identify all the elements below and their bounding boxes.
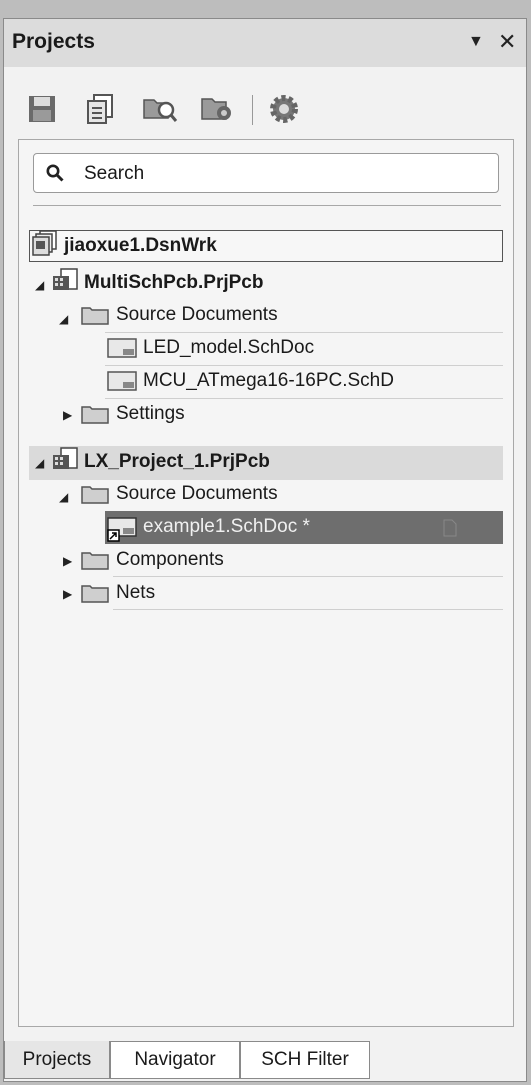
- folder-icon: [81, 305, 109, 325]
- project-row-multischpcb[interactable]: MultiSchPcb.PrjPcb: [51, 268, 263, 298]
- search-box: [33, 153, 499, 193]
- settings-gear-icon[interactable]: [266, 89, 302, 129]
- folder-row-settings[interactable]: Settings: [81, 399, 185, 429]
- folder-icon: [81, 583, 109, 603]
- schematic-document-icon: [107, 337, 137, 359]
- toolbar-separator: [252, 95, 253, 125]
- folder-icon: [81, 550, 109, 570]
- save-icon[interactable]: [24, 89, 60, 129]
- panel-title: Projects: [12, 30, 95, 53]
- folder-label: Components: [116, 549, 224, 570]
- tab-navigator[interactable]: Navigator: [110, 1041, 240, 1079]
- expand-arrow-icon[interactable]: ▶: [63, 587, 72, 601]
- panel-tabs: Projects Navigator SCH Filter: [4, 1041, 526, 1081]
- folder-row-source-documents[interactable]: Source Documents: [81, 300, 278, 330]
- toolbar: [24, 89, 514, 135]
- row-divider: [113, 576, 503, 577]
- tab-label: Navigator: [134, 1049, 216, 1070]
- modified-schematic-icon: [107, 516, 137, 542]
- folder-label: Settings: [116, 403, 185, 424]
- divider: [33, 205, 501, 206]
- document-icon: [443, 519, 457, 542]
- panel-menu-icon[interactable]: ▼: [468, 33, 484, 51]
- pcb-project-icon: [51, 447, 81, 477]
- search-input[interactable]: [82, 158, 486, 190]
- folder-row-components[interactable]: Components: [81, 545, 224, 575]
- project-label: LX_Project_1.PrjPcb: [84, 451, 270, 472]
- collapse-arrow-icon[interactable]: ◢: [35, 456, 44, 470]
- close-icon[interactable]: ✕: [498, 29, 516, 55]
- document-row-example1[interactable]: example1.SchDoc *: [107, 512, 310, 542]
- search-icon: [46, 164, 64, 187]
- folder-label: Source Documents: [116, 483, 278, 504]
- project-label: MultiSchPcb.PrjPcb: [84, 272, 264, 293]
- row-divider: [113, 609, 503, 610]
- folder-label: Nets: [116, 582, 156, 603]
- folder-icon: [81, 404, 109, 424]
- project-tree-container: jiaoxue1.DsnWrk ◢ MultiSchPcb.PrjPcb ◢ S…: [18, 139, 514, 1027]
- project-row-lx-project[interactable]: LX_Project_1.PrjPcb: [51, 447, 270, 477]
- document-row-led-model[interactable]: LED_model.SchDoc: [107, 333, 314, 363]
- folder-row-nets[interactable]: Nets: [81, 578, 155, 608]
- tab-sch-filter[interactable]: SCH Filter: [240, 1041, 370, 1079]
- tab-label: SCH Filter: [261, 1049, 349, 1070]
- folder-label: Source Documents: [116, 304, 278, 325]
- document-label: LED_model.SchDoc: [143, 337, 315, 358]
- collapse-arrow-icon[interactable]: ◢: [59, 312, 68, 326]
- workspace-icon: [32, 230, 62, 262]
- compile-icon[interactable]: [200, 89, 236, 129]
- tab-label: Projects: [22, 1048, 92, 1070]
- schematic-document-icon: [107, 370, 137, 392]
- collapse-arrow-icon[interactable]: ◢: [35, 278, 44, 292]
- workspace-label: jiaoxue1.DsnWrk: [64, 235, 217, 256]
- document-row-mcu-atmega[interactable]: MCU_ATmega16-16PC.SchD: [107, 366, 394, 396]
- pcb-project-icon: [51, 268, 81, 298]
- workspace-row[interactable]: jiaoxue1.DsnWrk: [29, 230, 503, 262]
- document-label: example1.SchDoc *: [143, 516, 310, 537]
- expand-arrow-icon[interactable]: ▶: [63, 408, 72, 422]
- panel-titlebar: Projects ▼ ✕: [4, 19, 526, 67]
- copy-document-icon[interactable]: [82, 89, 118, 129]
- find-document-icon[interactable]: [142, 89, 178, 129]
- tab-projects[interactable]: Projects: [4, 1041, 110, 1079]
- projects-panel: Projects ▼ ✕ Search jiaoxue1.DsnWrk ◢ Mu…: [3, 18, 527, 1082]
- folder-row-source-documents[interactable]: Source Documents: [81, 479, 278, 509]
- expand-arrow-icon[interactable]: ▶: [63, 554, 72, 568]
- folder-icon: [81, 484, 109, 504]
- document-label: MCU_ATmega16-16PC.SchD: [143, 370, 394, 391]
- collapse-arrow-icon[interactable]: ◢: [59, 490, 68, 504]
